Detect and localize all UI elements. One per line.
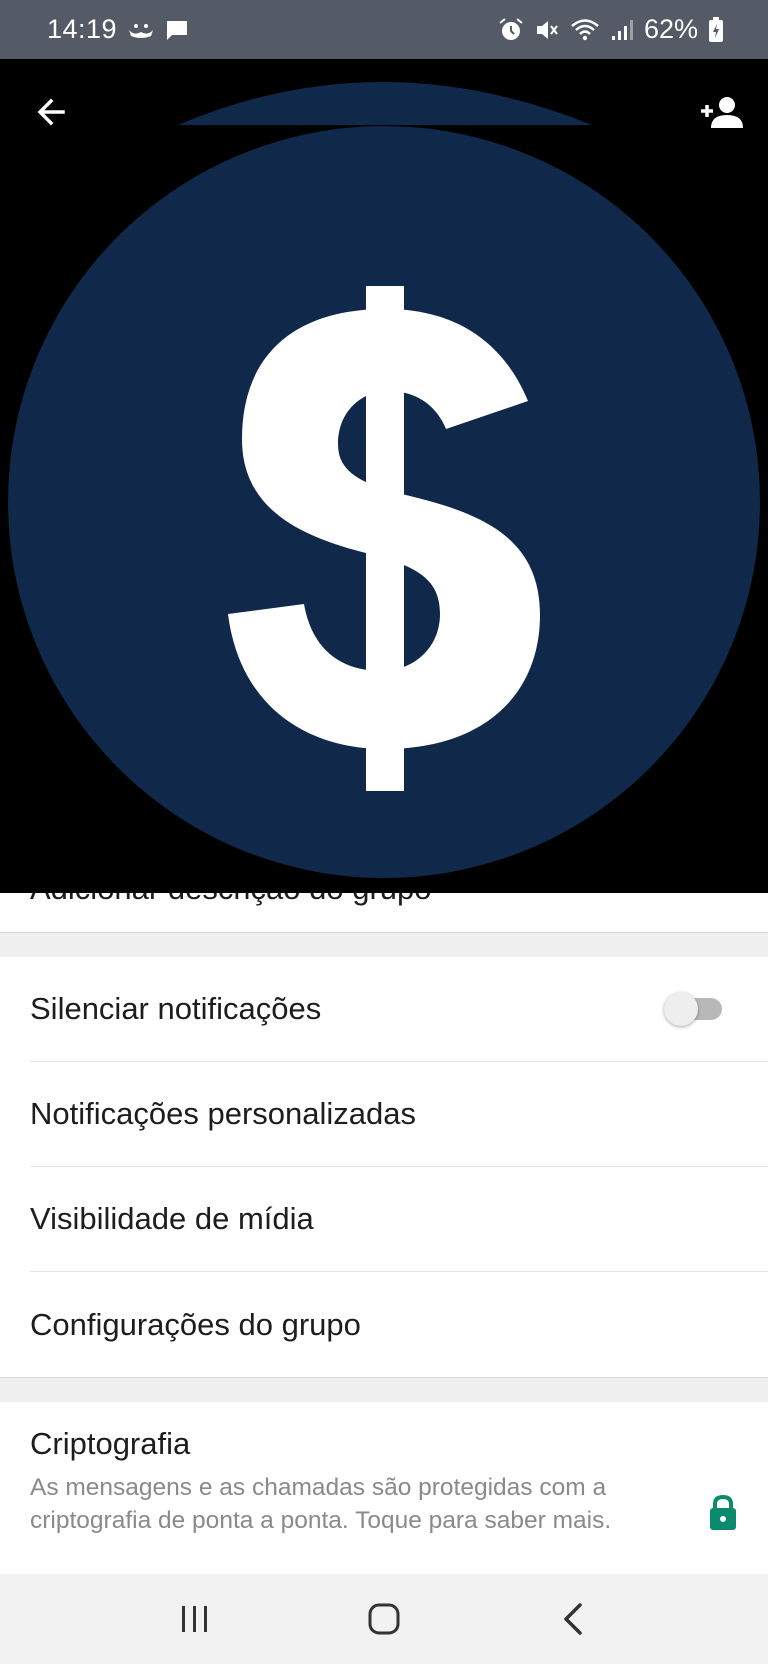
- media-visibility-label: Visibilidade de mídia: [30, 1201, 314, 1236]
- toggle-thumb: [664, 992, 698, 1026]
- group-settings-row[interactable]: Configurações do grupo: [30, 1272, 768, 1377]
- message-icon: [165, 18, 189, 42]
- media-visibility-row[interactable]: Visibilidade de mídia: [30, 1167, 768, 1272]
- encryption-description: As mensagens e as chamadas são protegida…: [30, 1474, 612, 1534]
- home-button[interactable]: [354, 1589, 414, 1649]
- group-description-row[interactable]: Adicionar descrição do grupo: [0, 893, 768, 933]
- status-right: 62%: [488, 14, 724, 45]
- mute-notifications-toggle[interactable]: [664, 992, 724, 1026]
- back-nav-button[interactable]: [543, 1589, 603, 1649]
- battery-percentage: 62%: [643, 14, 698, 44]
- notification-app-icon: [127, 20, 155, 40]
- status-left: 14:19: [47, 14, 189, 45]
- home-icon: [368, 1603, 400, 1635]
- mute-notifications-row[interactable]: Silenciar notificações: [30, 957, 768, 1062]
- alarm-icon: [498, 17, 524, 43]
- person-add-icon: [701, 97, 743, 128]
- wifi-icon: [570, 17, 600, 43]
- system-navigation-bar: [0, 1574, 768, 1664]
- custom-notifications-row[interactable]: Notificações personalizadas: [30, 1062, 768, 1167]
- back-icon: [564, 1603, 583, 1635]
- add-participant-button[interactable]: [696, 87, 746, 137]
- section-gap: [0, 933, 768, 957]
- custom-notifications-label: Notificações personalizadas: [30, 1096, 416, 1131]
- section-gap: [0, 1378, 768, 1402]
- arrow-left-icon: [37, 98, 65, 126]
- lock-icon: [710, 1494, 736, 1530]
- group-photo: [0, 59, 768, 893]
- battery-icon: [708, 16, 724, 43]
- notification-settings-card: Silenciar notificações Notificações pers…: [0, 957, 768, 1378]
- encryption-row[interactable]: Criptografia As mensagens e as chamadas …: [0, 1402, 768, 1574]
- back-button[interactable]: [26, 87, 76, 137]
- recent-apps-icon: [181, 1606, 207, 1632]
- status-time: 14:19: [47, 14, 118, 44]
- group-photo-header: [0, 59, 768, 893]
- status-bar: 14:19 62%: [0, 0, 768, 59]
- signal-icon: [610, 18, 634, 42]
- mute-notifications-label: Silenciar notificações: [30, 991, 322, 1026]
- mute-icon: [534, 17, 560, 43]
- group-description-text: Adicionar descrição do grupo: [30, 893, 432, 907]
- group-settings: Adicionar descrição do grupo Silenciar n…: [0, 893, 768, 1574]
- recent-apps-button[interactable]: [165, 1589, 225, 1649]
- encryption-title: Criptografia: [30, 1426, 191, 1461]
- group-settings-label: Configurações do grupo: [30, 1306, 361, 1342]
